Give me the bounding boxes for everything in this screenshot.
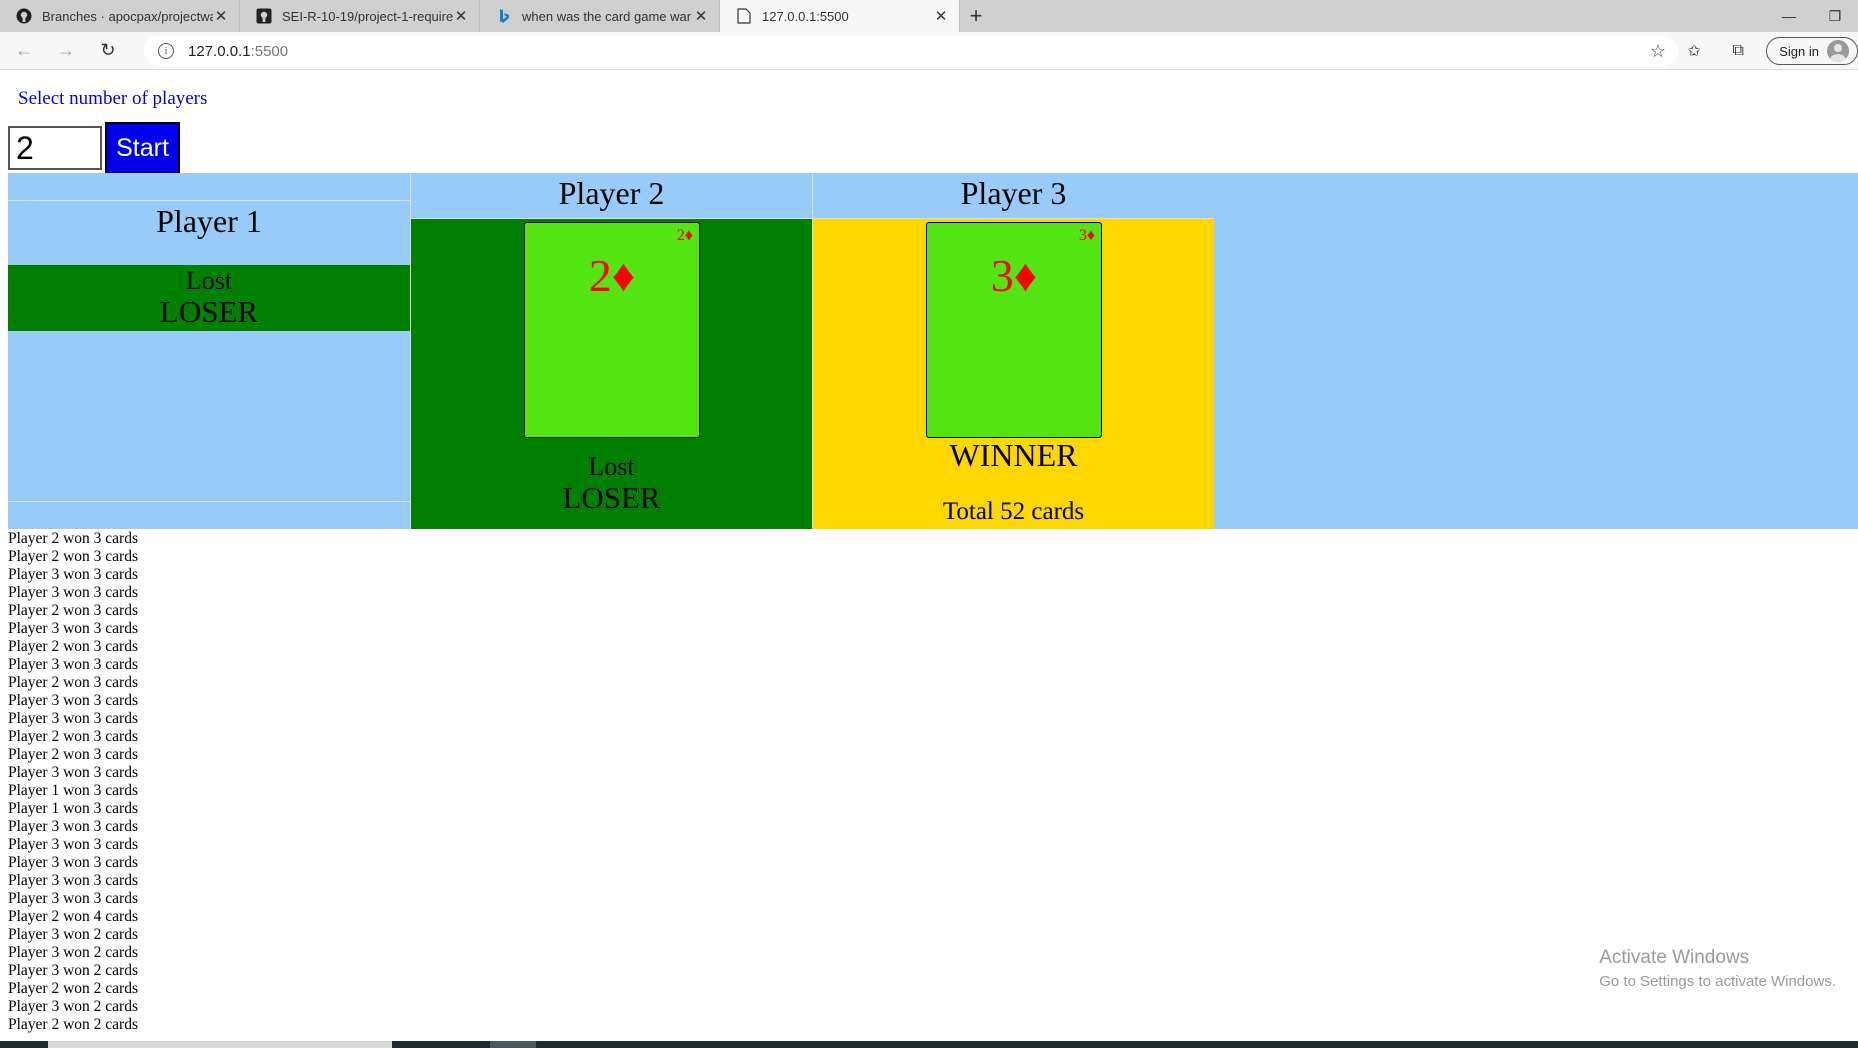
url-host: 127.0.0.1 <box>188 42 251 60</box>
close-icon[interactable]: ✕ <box>693 7 709 25</box>
forward-arrow-icon[interactable]: → <box>48 35 84 67</box>
players-count-input[interactable] <box>8 126 102 170</box>
reload-icon[interactable]: ↻ <box>90 35 126 67</box>
toolbar-right: ✩ ⧉ Sign in <box>1672 32 1858 70</box>
player-2-card: 2♦ 2♦ <box>524 222 700 438</box>
game-board: Player 1 Lost LOSER Player 2 2♦ 2♦ Lost … <box>8 173 1858 529</box>
player-2-name: Player 2 <box>411 173 812 219</box>
log-entry: Player 2 won 3 cards <box>8 602 138 619</box>
start-button[interactable]: Start <box>105 122 180 174</box>
sign-in-button[interactable]: Sign in <box>1766 37 1858 65</box>
player-3-card: 3♦ 3♦ <box>926 222 1102 438</box>
game-log: Player 2 won 3 cards Player 2 won 3 cards… <box>8 530 608 1034</box>
log-entry: Player 3 won 2 cards <box>8 944 138 961</box>
player-3-winner-text: WINNER <box>949 437 1078 473</box>
tab-title: SEI-R-10-19/project-1-requirements <box>282 8 453 24</box>
info-icon[interactable]: i <box>158 43 174 59</box>
log-entry: Player 3 won 3 cards <box>8 836 138 853</box>
collections-icon[interactable]: ⧉ <box>1716 35 1760 67</box>
player-2-column: Player 2 2♦ 2♦ Lost LOSER <box>410 173 812 529</box>
log-entry: Player 2 won 2 cards <box>8 980 138 997</box>
divider <box>8 501 410 502</box>
favorites-icon[interactable]: ✩ <box>1672 35 1716 67</box>
player-1-column: Player 1 Lost LOSER <box>8 173 410 529</box>
address-bar[interactable]: i 127.0.0.1:5500 ☆ <box>144 36 1678 66</box>
tab-branches[interactable]: Branches · apocpax/projectwar ✕ <box>0 0 240 32</box>
minimize-icon[interactable]: — <box>1766 0 1812 32</box>
player-3-name: Player 3 <box>813 173 1214 219</box>
log-entry: Player 3 won 3 cards <box>8 584 138 601</box>
bing-icon <box>496 8 512 24</box>
player-2-loser-text: LOSER <box>562 480 661 515</box>
log-entry: Player 2 won 3 cards <box>8 728 138 745</box>
close-icon[interactable]: ✕ <box>213 7 229 25</box>
card-rank: 2♦ <box>588 250 636 301</box>
player-2-status: Lost LOSER <box>411 451 812 515</box>
page-icon <box>736 8 752 24</box>
card-rank: 3♦ <box>990 250 1038 301</box>
log-entry: Player 2 won 3 cards <box>8 674 138 691</box>
player-1-header-strip <box>8 173 410 201</box>
taskbar-app[interactable] <box>490 1041 536 1048</box>
log-entry: Player 2 won 3 cards <box>8 638 138 655</box>
log-entry: Player 2 won 2 cards <box>8 1016 138 1033</box>
player-1-status: Lost LOSER <box>8 265 410 331</box>
log-entry: Player 3 won 3 cards <box>8 890 138 907</box>
taskbar <box>0 1041 1858 1048</box>
window-controls: — ❐ <box>1766 0 1858 32</box>
windows-activation-watermark: Activate Windows Go to Settings to activ… <box>1599 947 1836 990</box>
watermark-title: Activate Windows <box>1599 947 1750 968</box>
tab-title: Branches · apocpax/projectwar <box>42 8 213 24</box>
github-icon <box>256 8 272 24</box>
log-entry: Player 3 won 3 cards <box>8 692 138 709</box>
player-1-name: Player 1 <box>156 203 262 239</box>
card-corner-rank: 2♦ <box>676 227 693 244</box>
player-1-loser-text: LOSER <box>159 294 259 329</box>
log-entry: Player 3 won 3 cards <box>8 620 138 637</box>
restore-icon[interactable]: ❐ <box>1812 0 1858 32</box>
back-arrow-icon[interactable]: ← <box>6 35 42 67</box>
url-port: :5500 <box>250 42 289 60</box>
avatar-icon <box>1827 40 1849 62</box>
log-entry: Player 3 won 2 cards <box>8 926 138 943</box>
player-2-lost-text: Lost <box>588 452 635 481</box>
log-entry: Player 3 won 3 cards <box>8 872 138 889</box>
log-entry: Player 3 won 3 cards <box>8 764 138 781</box>
log-entry: Player 3 won 3 cards <box>8 818 138 835</box>
tab-bing-search[interactable]: when was the card game war invented ✕ <box>480 0 720 32</box>
page-content: Select number of players Start Player 1 … <box>0 71 1858 1041</box>
player-3-total-cards: Total 52 cards <box>942 498 1085 525</box>
log-entry: Player 1 won 3 cards <box>8 800 138 817</box>
star-icon[interactable]: ☆ <box>1650 41 1666 62</box>
watermark-subtitle: Go to Settings to activate Windows. <box>1599 973 1836 990</box>
sign-in-label: Sign in <box>1779 43 1819 59</box>
browser-tab-bar: Branches · apocpax/projectwar ✕ SEI-R-10… <box>0 0 1858 32</box>
log-entry: Player 2 won 3 cards <box>8 530 138 547</box>
log-entry: Player 3 won 3 cards <box>8 566 138 583</box>
log-entry: Player 2 won 4 cards <box>8 908 138 925</box>
log-entry: Player 3 won 3 cards <box>8 656 138 673</box>
taskbar-search[interactable] <box>48 1041 392 1048</box>
new-tab-button[interactable]: + <box>960 0 992 32</box>
close-icon[interactable]: ✕ <box>933 7 949 25</box>
tab-localhost[interactable]: 127.0.0.1:5500 ✕ <box>720 0 960 32</box>
tab-title: when was the card game war invented <box>522 8 693 24</box>
browser-toolbar: ← → ↻ i 127.0.0.1:5500 ☆ ✩ ⧉ Sign in <box>0 32 1858 70</box>
log-entry: Player 3 won 2 cards <box>8 998 138 1015</box>
github-icon <box>16 8 32 24</box>
log-entry: Player 3 won 2 cards <box>8 962 138 979</box>
tab-project-requirements[interactable]: SEI-R-10-19/project-1-requirements ✕ <box>240 0 480 32</box>
log-entry: Player 1 won 3 cards <box>8 782 138 799</box>
select-players-label: Select number of players <box>18 88 208 109</box>
log-entry: Player 3 won 3 cards <box>8 710 138 727</box>
close-icon[interactable]: ✕ <box>453 7 469 25</box>
log-entry: Player 3 won 3 cards <box>8 854 138 871</box>
player-1-lost-text: Lost <box>185 266 233 295</box>
tab-title: 127.0.0.1:5500 <box>762 8 849 24</box>
log-entry: Player 2 won 3 cards <box>8 746 138 763</box>
player-3-column: Player 3 3♦ 3♦ WINNER Total 52 cards <box>812 173 1214 529</box>
log-entry: Player 2 won 3 cards <box>8 548 138 565</box>
card-corner-rank: 3♦ <box>1078 227 1095 244</box>
